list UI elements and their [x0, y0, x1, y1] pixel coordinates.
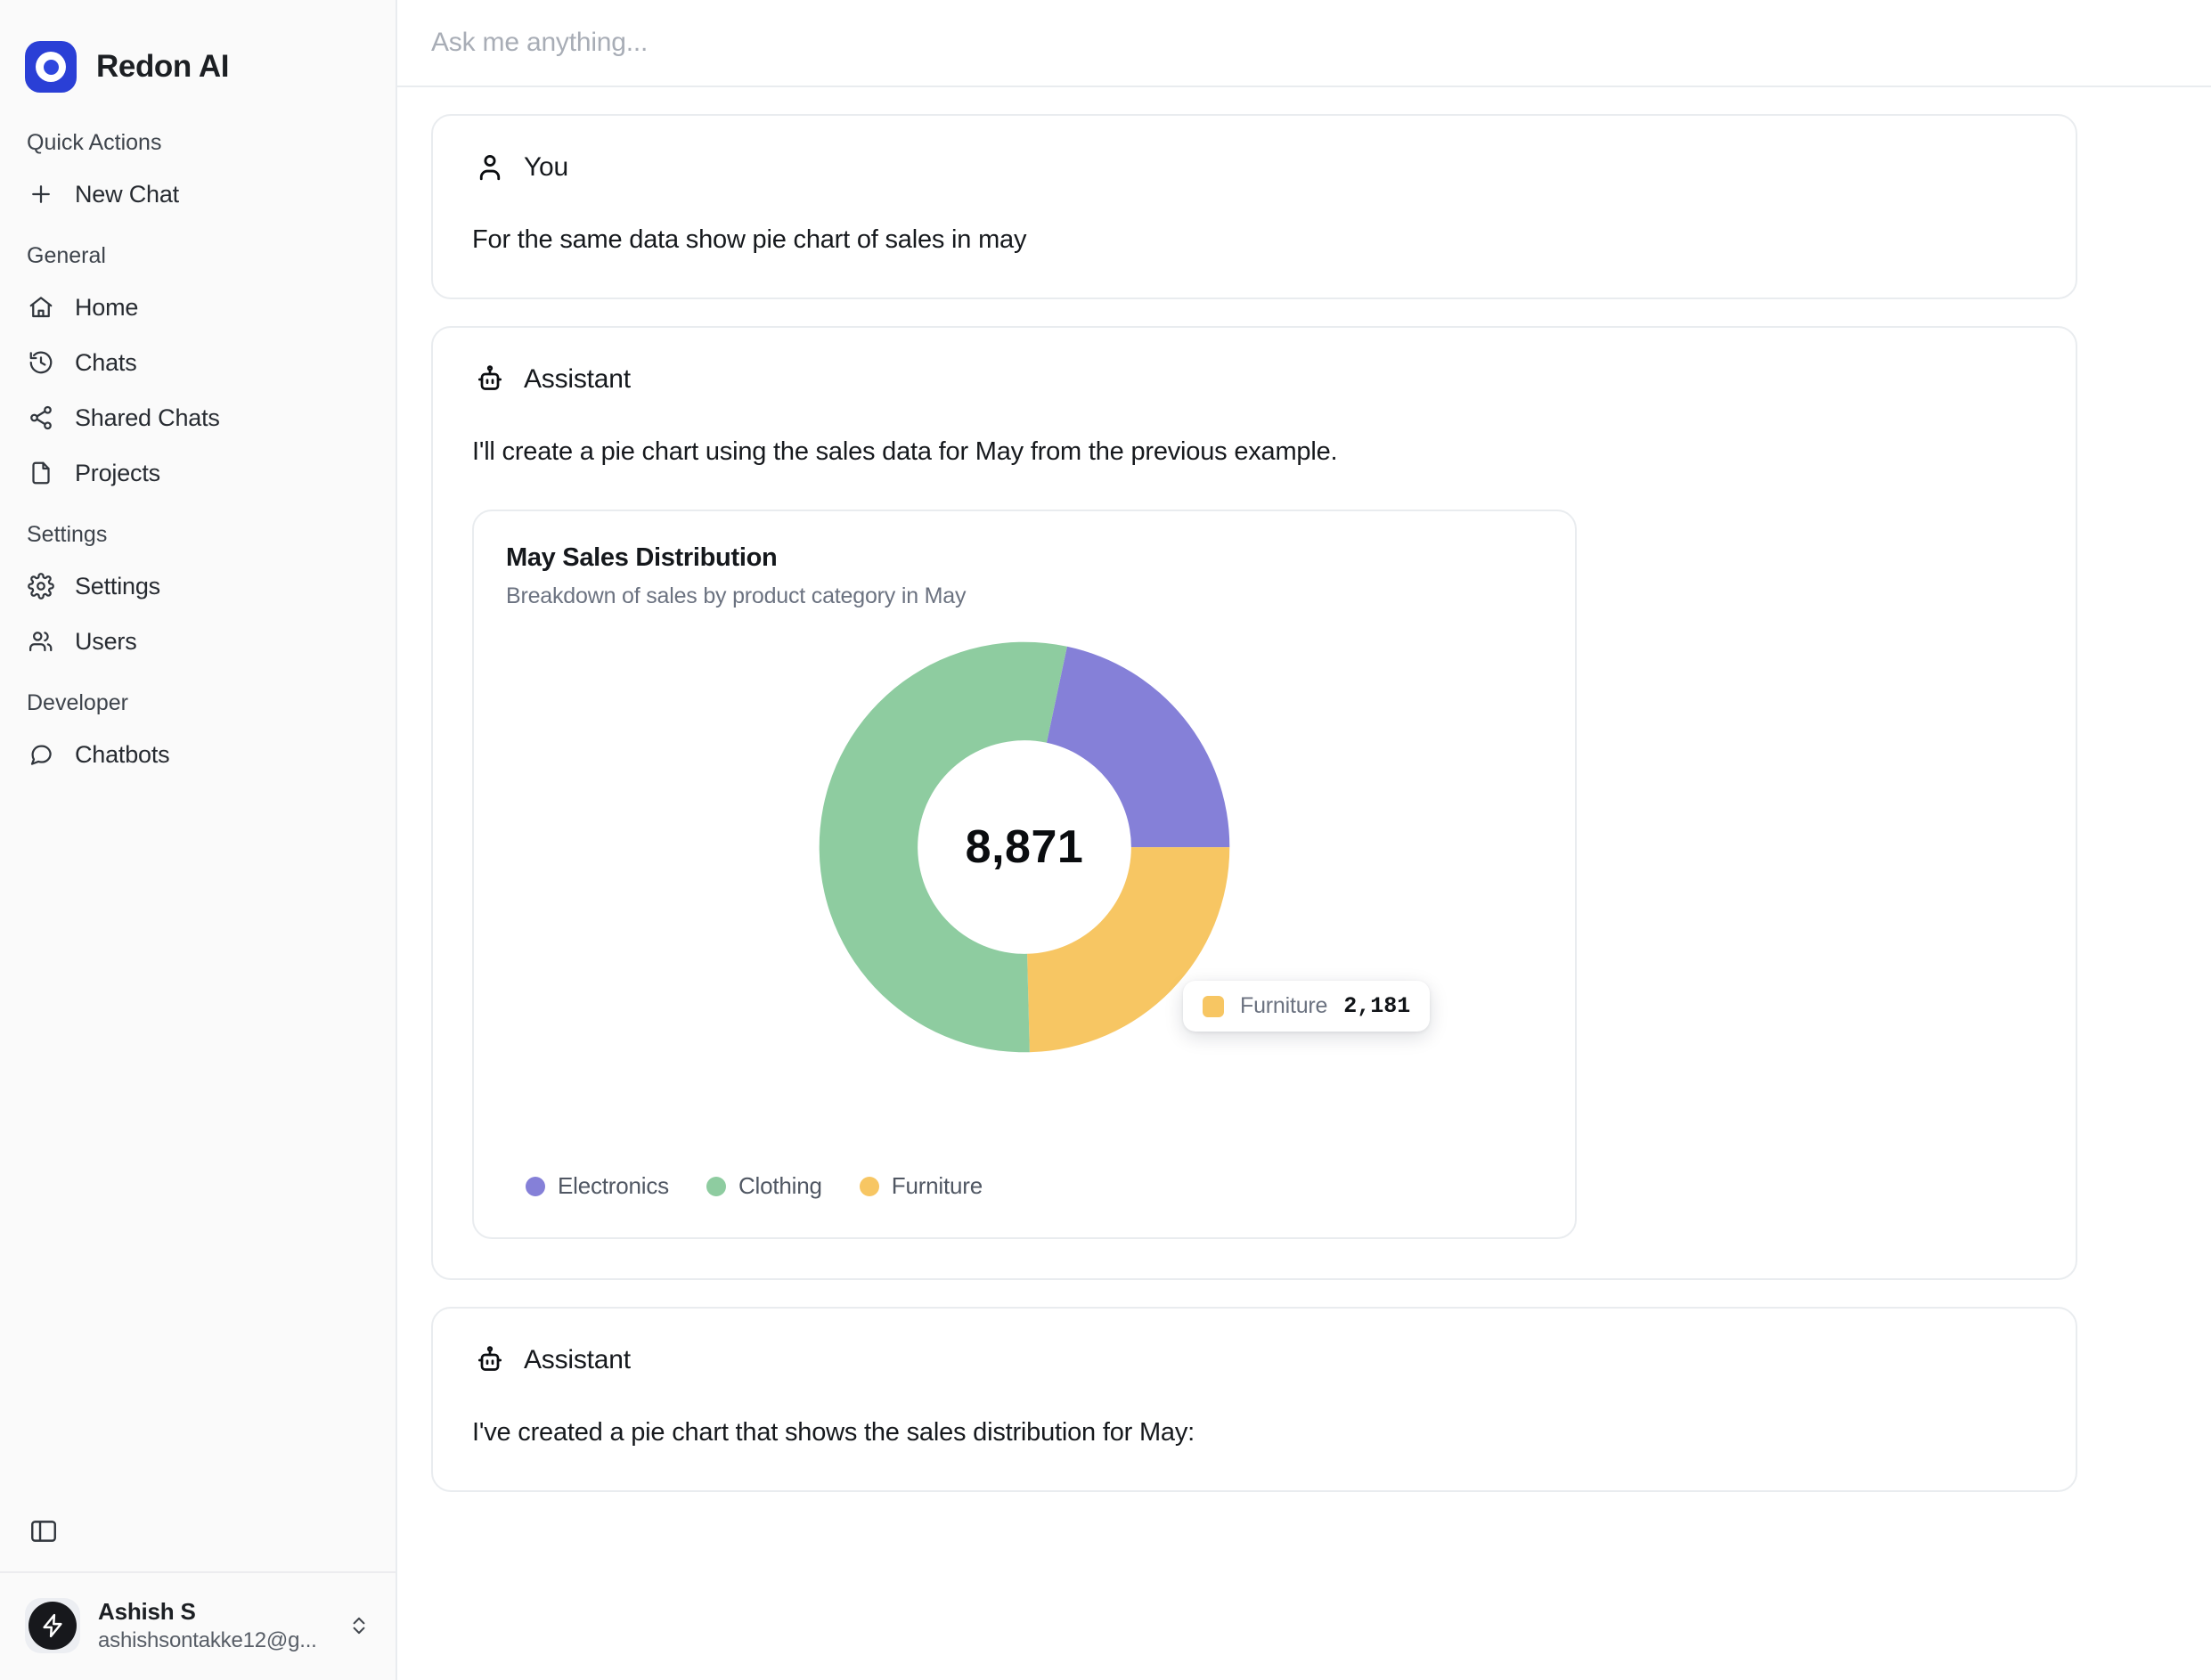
sidebar-item-home[interactable]: Home — [0, 280, 396, 335]
sidebar-item-label: Projects — [75, 459, 160, 486]
brand[interactable]: Redon AI — [0, 0, 396, 110]
app-logo-icon — [25, 41, 77, 93]
sidebar-item-label: Shared Chats — [75, 404, 220, 431]
sidebar-heading-general: General — [27, 243, 106, 268]
sidebar-heading-developer: Developer — [27, 690, 128, 715]
legend-item[interactable]: Furniture — [859, 1172, 983, 1200]
users-icon — [27, 627, 55, 656]
message-role: Assistant — [524, 364, 631, 395]
user-profile-card[interactable]: Ashish S ashishsontakke12@g... — [0, 1571, 396, 1680]
user-text: Ashish S ashishsontakke12@g... — [98, 1597, 326, 1654]
user-email: ashishsontakke12@g... — [98, 1627, 317, 1652]
tooltip-value: 2,181 — [1343, 993, 1411, 1020]
donut-svg — [819, 641, 1230, 1053]
message-text: I've created a pie chart that shows the … — [472, 1418, 1195, 1448]
logo-ring — [36, 52, 66, 82]
tooltip-color-swatch — [1203, 995, 1224, 1017]
sidebar-item-label: Chatbots — [75, 740, 170, 768]
message-card-user: You For the same data show pie chart of … — [431, 114, 2077, 300]
history-icon — [27, 348, 55, 377]
user-name: Ashish S — [98, 1598, 196, 1626]
sidebar-section-settings: Settings Settings Users — [0, 501, 396, 669]
sidebar-heading-quick-actions: Quick Actions — [27, 130, 162, 155]
plus-icon — [27, 180, 55, 208]
sidebar-item-label: Home — [75, 293, 139, 321]
tooltip-label: Furniture — [1240, 993, 1328, 1019]
sidebar-item-label: Chats — [75, 348, 137, 376]
share-icon — [27, 404, 55, 432]
sidebar-item-settings[interactable]: Settings — [0, 559, 396, 614]
chart-tooltip: Furniture 2,181 — [1183, 981, 1431, 1032]
gear-icon — [27, 572, 55, 600]
legend-color-dot — [526, 1176, 545, 1196]
robot-icon — [472, 362, 508, 397]
message-header: You — [472, 150, 2036, 185]
legend-color-dot — [859, 1176, 879, 1196]
chat-bubble-icon — [27, 740, 55, 769]
sidebar-item-label: Settings — [75, 572, 160, 599]
legend-label: Electronics — [558, 1172, 669, 1200]
main-content: You For the same data show pie chart of … — [397, 0, 2211, 1680]
donut-segment[interactable] — [1046, 646, 1230, 848]
sidebar-item-users[interactable]: Users — [0, 614, 396, 669]
sidebar-section-developer: Developer Chatbots — [0, 669, 396, 782]
message-header: Assistant — [472, 1342, 2036, 1378]
sidebar-item-label: New Chat — [75, 180, 179, 208]
message-card-assistant-summary: Assistant I've created a pie chart that … — [431, 1307, 2077, 1493]
chart-legend: Electronics Clothing Furniture — [506, 1137, 1543, 1207]
sidebar-item-chatbots[interactable]: Chatbots — [0, 727, 396, 782]
legend-label: Furniture — [891, 1172, 983, 1200]
brand-name: Redon AI — [96, 49, 230, 84]
sidebar-item-label: Users — [75, 627, 137, 655]
lightning-bolt-icon — [29, 1602, 77, 1650]
sidebar-heading-settings: Settings — [27, 522, 108, 547]
sidebar-item-projects[interactable]: Projects — [0, 445, 396, 501]
panel-toggle-row — [0, 1514, 396, 1571]
legend-item[interactable]: Electronics — [526, 1172, 669, 1200]
search-input[interactable] — [431, 28, 2175, 58]
chart-plot-area: 8,871 Furniture 2,181 — [506, 638, 1543, 1137]
chart-title: May Sales Distribution — [506, 543, 778, 573]
sidebar-item-shared-chats[interactable]: Shared Chats — [0, 390, 396, 445]
chat-thread: You For the same data show pie chart of … — [397, 87, 2211, 1680]
chart-card: May Sales Distribution Breakdown of sale… — [472, 510, 1577, 1240]
user-icon — [472, 150, 508, 185]
chevron-up-down-icon[interactable] — [344, 1614, 374, 1637]
top-search-bar — [397, 0, 2211, 87]
logo-dot — [43, 59, 59, 75]
sidebar-section-general: General Home Chats Shared Chats Projects — [0, 222, 396, 501]
donut-chart[interactable]: 8,871 — [815, 638, 1234, 1056]
message-card-assistant-chart: Assistant I'll create a pie chart using … — [431, 326, 2077, 1281]
message-text: For the same data show pie chart of sale… — [472, 225, 1027, 254]
chart-subtitle: Breakdown of sales by product category i… — [506, 583, 967, 609]
message-role: You — [524, 152, 569, 182]
sidebar-item-new-chat[interactable]: New Chat — [0, 167, 396, 222]
legend-item[interactable]: Clothing — [706, 1172, 822, 1200]
home-icon — [27, 293, 55, 322]
file-icon — [27, 459, 55, 487]
sidebar-section-quick-actions: Quick Actions New Chat — [0, 110, 396, 222]
message-text: I'll create a pie chart using the sales … — [472, 437, 1338, 467]
legend-label: Clothing — [738, 1172, 822, 1200]
message-role: Assistant — [524, 1345, 631, 1375]
robot-icon — [472, 1342, 508, 1378]
app-root: Redon AI Quick Actions New Chat General … — [0, 0, 2211, 1680]
legend-color-dot — [706, 1176, 726, 1196]
sidebar-item-chats[interactable]: Chats — [0, 335, 396, 390]
sidebar-toggle-icon[interactable] — [27, 1514, 61, 1548]
avatar — [25, 1598, 80, 1653]
message-header: Assistant — [472, 362, 2036, 397]
sidebar: Redon AI Quick Actions New Chat General … — [0, 0, 397, 1680]
